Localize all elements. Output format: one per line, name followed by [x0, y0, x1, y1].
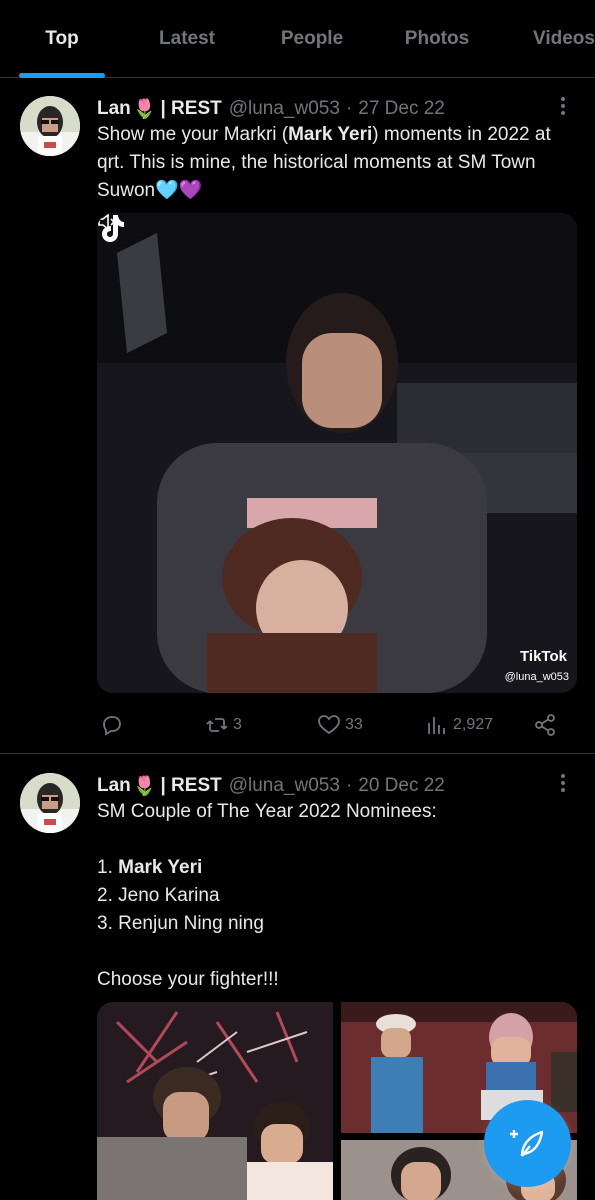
tweet-text: Show me your Markri (Mark Yeri) moments …: [97, 121, 572, 205]
like-count: 33: [345, 716, 363, 733]
tweet-line: 2. Jeno Karina: [97, 885, 220, 906]
share-icon: [535, 714, 555, 736]
like-button[interactable]: 33: [317, 710, 363, 740]
share-button[interactable]: [533, 710, 557, 740]
compose-tweet-icon: [509, 1129, 543, 1157]
more-options-icon[interactable]: [555, 95, 571, 117]
tab-photos[interactable]: Photos: [374, 0, 500, 78]
tab-people[interactable]: People: [250, 0, 374, 78]
author-name[interactable]: Lan: [97, 98, 131, 120]
tweet[interactable]: Lan 🌷 | REST @luna_w053 · 27 Dec 22 Show…: [0, 78, 595, 754]
tweet-text: SM Couple of The Year 2022 Nominees: 1. …: [97, 798, 572, 994]
tweet-line: 3. Renjun Ning ning: [97, 913, 264, 934]
reply-button[interactable]: [100, 710, 128, 740]
search-tabs: Top Latest People Photos Videos: [0, 0, 595, 78]
mute-icon[interactable]: [97, 213, 119, 231]
view-count: 2,927: [453, 716, 494, 733]
author-handle[interactable]: @luna_w053: [229, 775, 340, 797]
tab-top[interactable]: Top: [0, 0, 124, 78]
tab-videos[interactable]: Videos: [500, 0, 595, 78]
author-emoji: 🌷: [132, 776, 157, 797]
views-button[interactable]: 2,927: [425, 710, 493, 740]
separator-dot: ·: [345, 775, 353, 796]
tweet-date[interactable]: 27 Dec 22: [358, 98, 445, 120]
tiktok-watermark: TikTok: [520, 648, 567, 665]
tiktok-username: @luna_w053: [504, 671, 569, 683]
reply-icon: [103, 716, 121, 736]
views-chart-icon: [428, 717, 445, 734]
tweet-line: 1. Mark Yeri: [97, 854, 572, 882]
tweet-header: Lan 🌷 | REST @luna_w053 · 20 Dec 22: [97, 772, 445, 800]
tweet-text-bold: Mark Yeri: [118, 857, 203, 878]
tweet-line: Choose your fighter!!!: [97, 969, 279, 990]
tab-people-label: People: [280, 28, 344, 49]
tweet-actions: 3 33 2,927: [0, 710, 595, 740]
compose-tweet-button[interactable]: [484, 1100, 571, 1187]
tab-photos-label: Photos: [404, 28, 470, 49]
avatar[interactable]: [20, 773, 80, 833]
retweet-button[interactable]: 3: [205, 710, 242, 740]
more-options-icon[interactable]: [555, 772, 571, 794]
list-prefix: 1.: [97, 857, 119, 878]
tweet-header: Lan 🌷 | REST @luna_w053 · 27 Dec 22: [97, 95, 445, 123]
tab-latest-label: Latest: [159, 28, 215, 49]
tweet-date[interactable]: 20 Dec 22: [358, 775, 445, 797]
tweet-text-part: Show me your Markri (: [97, 124, 289, 145]
retweet-count: 3: [233, 716, 242, 733]
video-frame: [97, 213, 577, 693]
author-handle[interactable]: @luna_w053: [229, 98, 340, 120]
tweet-text-emoji: 🩵💜: [155, 180, 203, 201]
tab-top-label: Top: [45, 28, 79, 49]
retweet-icon: [206, 718, 228, 732]
tab-videos-label: Videos: [533, 28, 595, 49]
author-emoji: 🌷: [132, 99, 157, 120]
tweet-photo[interactable]: [97, 1002, 333, 1200]
tweet-line: SM Couple of The Year 2022 Nominees:: [97, 801, 437, 822]
tweet-text-bold: Mark Yeri: [288, 124, 373, 145]
separator-dot: ·: [345, 98, 353, 119]
author-suffix[interactable]: | REST: [160, 775, 221, 797]
avatar[interactable]: [20, 96, 80, 156]
heart-icon: [318, 715, 340, 735]
tab-latest[interactable]: Latest: [124, 0, 250, 78]
author-name[interactable]: Lan: [97, 775, 131, 797]
tweet-video[interactable]: TikTok @luna_w053: [97, 213, 577, 693]
author-suffix[interactable]: | REST: [160, 98, 221, 120]
